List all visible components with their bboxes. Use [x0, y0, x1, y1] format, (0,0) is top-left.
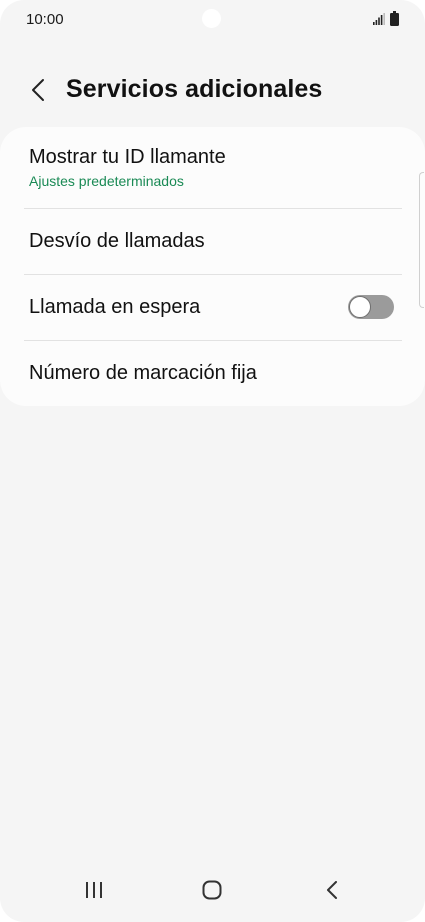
back-icon: [327, 881, 337, 899]
recent-apps-button[interactable]: [74, 870, 114, 910]
fixed-dialing-title: Número de marcación fija: [29, 362, 257, 384]
call-waiting-title: Llamada en espera: [29, 296, 201, 318]
toggle-knob: [349, 296, 371, 318]
page-title: Servicios adicionales: [66, 75, 323, 103]
fixed-dialing-setting[interactable]: Número de marcación fija: [0, 341, 425, 406]
home-button[interactable]: [192, 870, 232, 910]
chevron-left-icon: [32, 79, 44, 101]
battery-icon: [390, 11, 399, 26]
navigation-bar: [0, 862, 425, 922]
nav-back-button[interactable]: [312, 870, 352, 910]
signal-icon: [373, 13, 385, 25]
call-forwarding-title: Desvío de llamadas: [29, 230, 205, 252]
call-waiting-setting[interactable]: Llamada en espera: [0, 275, 425, 340]
caller-id-setting[interactable]: Mostrar tu ID llamante Ajustes predeterm…: [0, 127, 425, 208]
app-header: Servicios adicionales: [0, 64, 425, 116]
caller-id-subtitle: Ajustes predeterminados: [29, 173, 184, 189]
call-waiting-toggle[interactable]: [348, 295, 394, 319]
recent-apps-icon: [86, 882, 102, 898]
front-camera: [202, 9, 221, 28]
home-icon: [202, 880, 222, 900]
phone-screen: 10:00 Servicios adicionales Mostrar tu I…: [0, 0, 425, 922]
back-button[interactable]: [22, 74, 54, 106]
scroll-indicator[interactable]: [419, 172, 424, 308]
call-forwarding-setting[interactable]: Desvío de llamadas: [0, 209, 425, 274]
caller-id-title: Mostrar tu ID llamante: [29, 146, 226, 168]
settings-card: Mostrar tu ID llamante Ajustes predeterm…: [0, 127, 425, 406]
status-time: 10:00: [26, 11, 64, 28]
status-bar: 10:00: [0, 0, 425, 40]
